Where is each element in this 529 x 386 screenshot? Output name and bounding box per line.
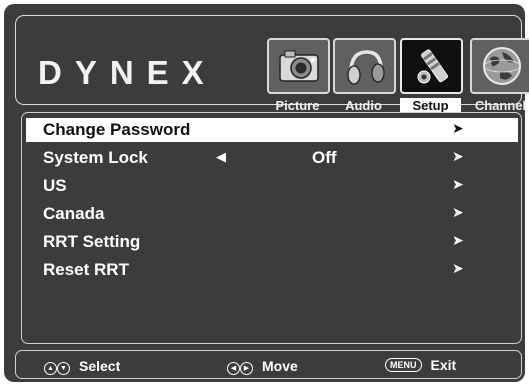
chevron-right-icon[interactable]: ➤ bbox=[452, 148, 464, 165]
menu-item-change-password[interactable]: Change Password ➤ bbox=[26, 118, 518, 142]
system-lock-value: Off bbox=[312, 148, 337, 167]
legend-select-label: Select bbox=[79, 358, 121, 374]
chevron-right-icon: ➤ bbox=[452, 204, 464, 220]
chevron-right-icon: ➤ bbox=[452, 120, 464, 136]
legend-exit-label: Exit bbox=[430, 357, 457, 373]
button-legend: ▲ ▼ Select ◀ ▶ Move MENU Exit bbox=[15, 350, 522, 379]
globe-icon bbox=[470, 38, 529, 94]
menu-item-system-lock[interactable]: System Lock ◀ Off ➤ bbox=[26, 146, 518, 170]
menu-item-canada[interactable]: Canada ➤ bbox=[26, 202, 518, 226]
tab-label: Picture bbox=[275, 98, 320, 113]
chevron-right-icon: ➤ bbox=[452, 232, 464, 248]
tab-label: Setup bbox=[400, 98, 461, 113]
tab-setup[interactable]: Setup bbox=[400, 38, 463, 113]
menu-item-label: US bbox=[43, 176, 67, 195]
camera-icon bbox=[267, 38, 330, 94]
chevron-right-icon: ➤ bbox=[452, 260, 464, 276]
menu-item-label: RRT Setting bbox=[43, 232, 141, 251]
menu-item-label: System Lock bbox=[43, 148, 148, 167]
menu-item-label: Reset RRT bbox=[43, 260, 129, 279]
tab-picture[interactable]: Picture bbox=[267, 38, 330, 113]
legend-exit: MENU Exit bbox=[385, 357, 456, 373]
chevron-left-icon[interactable]: ◀ bbox=[216, 149, 226, 165]
brand-logo: DYNEX bbox=[38, 54, 217, 91]
setup-menu-list: Change Password ➤ System Lock ◀ Off ➤ US… bbox=[21, 112, 522, 344]
menu-item-label: Canada bbox=[43, 204, 105, 223]
legend-move: ◀ ▶ Move bbox=[227, 357, 298, 375]
menu-item-reset-rrt[interactable]: Reset RRT ➤ bbox=[26, 258, 518, 282]
tv-osd-panel: DYNEX Picture Audio Setup Channel Change… bbox=[4, 4, 529, 382]
legend-move-label: Move bbox=[262, 358, 298, 374]
left-right-keys-icon: ◀ ▶ bbox=[227, 357, 253, 375]
tab-channel[interactable]: Channel bbox=[470, 38, 529, 113]
gear-icon bbox=[400, 38, 463, 94]
chevron-right-icon: ➤ bbox=[452, 176, 464, 192]
menu-item-label: Change Password bbox=[43, 120, 191, 139]
menu-item-rrt-setting[interactable]: RRT Setting ➤ bbox=[26, 230, 518, 254]
tab-audio[interactable]: Audio bbox=[333, 38, 396, 113]
tab-label: Audio bbox=[345, 98, 382, 113]
headphones-icon bbox=[333, 38, 396, 94]
menu-key-icon: MENU bbox=[385, 358, 422, 372]
legend-select: ▲ ▼ Select bbox=[44, 357, 120, 375]
menu-item-us[interactable]: US ➤ bbox=[26, 174, 518, 198]
up-down-keys-icon: ▲ ▼ bbox=[44, 357, 70, 375]
tab-label: Channel bbox=[474, 98, 527, 113]
menu-header: DYNEX Picture Audio Setup Channel bbox=[15, 15, 529, 113]
